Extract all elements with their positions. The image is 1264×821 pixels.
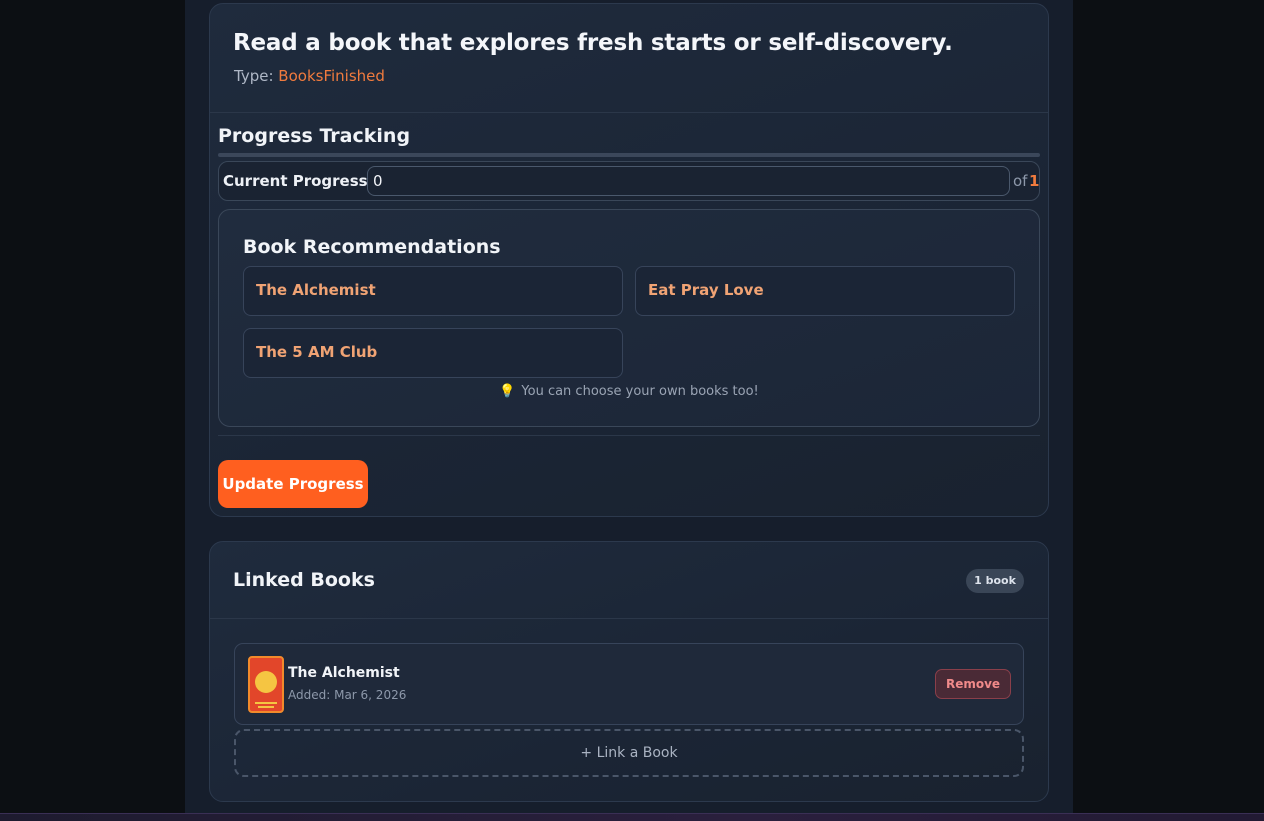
progress-target-value: 1 bbox=[1029, 172, 1040, 190]
bottom-bar bbox=[0, 813, 1264, 821]
left-backdrop bbox=[0, 0, 185, 821]
lightbulb-icon: 💡 bbox=[499, 384, 516, 399]
right-backdrop bbox=[1073, 0, 1264, 821]
sun-icon bbox=[255, 671, 277, 693]
goal-type-label: Type: bbox=[234, 67, 274, 85]
recommendation-title: The Alchemist bbox=[256, 281, 376, 299]
update-progress-button[interactable]: Update Progress bbox=[218, 460, 368, 508]
recommendation-item[interactable]: Eat Pray Love bbox=[635, 266, 1015, 316]
link-a-book-button[interactable]: + Link a Book bbox=[234, 729, 1024, 777]
book-cover-image bbox=[248, 656, 284, 713]
recommendations-hint-text: You can choose your own books too! bbox=[521, 384, 759, 399]
linked-books-card: Linked Books 1 book The Alchemist Added:… bbox=[209, 541, 1049, 802]
goal-type: Type: BooksFinished bbox=[234, 67, 385, 85]
linked-book-added-date: Added: Mar 6, 2026 bbox=[288, 688, 407, 702]
recommendation-item[interactable]: The Alchemist bbox=[243, 266, 623, 316]
current-progress-label: Current Progress: bbox=[223, 172, 374, 190]
linked-books-count-badge: 1 book bbox=[966, 569, 1024, 593]
goal-header: Read a book that explores fresh starts o… bbox=[210, 4, 1048, 113]
goal-title: Read a book that explores fresh starts o… bbox=[233, 30, 953, 56]
linked-book-title: The Alchemist bbox=[288, 665, 400, 681]
progress-of-label: of bbox=[1013, 172, 1028, 190]
goal-card: Read a book that explores fresh starts o… bbox=[209, 3, 1049, 517]
linked-books-title: Linked Books bbox=[233, 569, 375, 591]
divider bbox=[218, 435, 1040, 436]
current-progress-input[interactable] bbox=[367, 166, 1010, 196]
goal-type-value: BooksFinished bbox=[278, 67, 385, 85]
recommendation-title: Eat Pray Love bbox=[648, 281, 764, 299]
recommendation-item[interactable]: The 5 AM Club bbox=[243, 328, 623, 378]
current-progress-row: Current Progress: of 1 bbox=[218, 161, 1040, 201]
remove-book-button[interactable]: Remove bbox=[935, 669, 1011, 699]
book-recommendations-panel: Book Recommendations The Alchemist Eat P… bbox=[218, 209, 1040, 427]
recommendations-hint: 💡 You can choose your own books too! bbox=[219, 384, 1039, 399]
linked-books-header: Linked Books 1 book bbox=[210, 542, 1048, 619]
recommendation-title: The 5 AM Club bbox=[256, 343, 378, 361]
linked-book-item: The Alchemist Added: Mar 6, 2026 Remove bbox=[234, 643, 1024, 725]
book-recommendations-title: Book Recommendations bbox=[243, 236, 501, 258]
progress-tracking-title: Progress Tracking bbox=[218, 125, 411, 147]
progress-bar bbox=[218, 153, 1040, 157]
